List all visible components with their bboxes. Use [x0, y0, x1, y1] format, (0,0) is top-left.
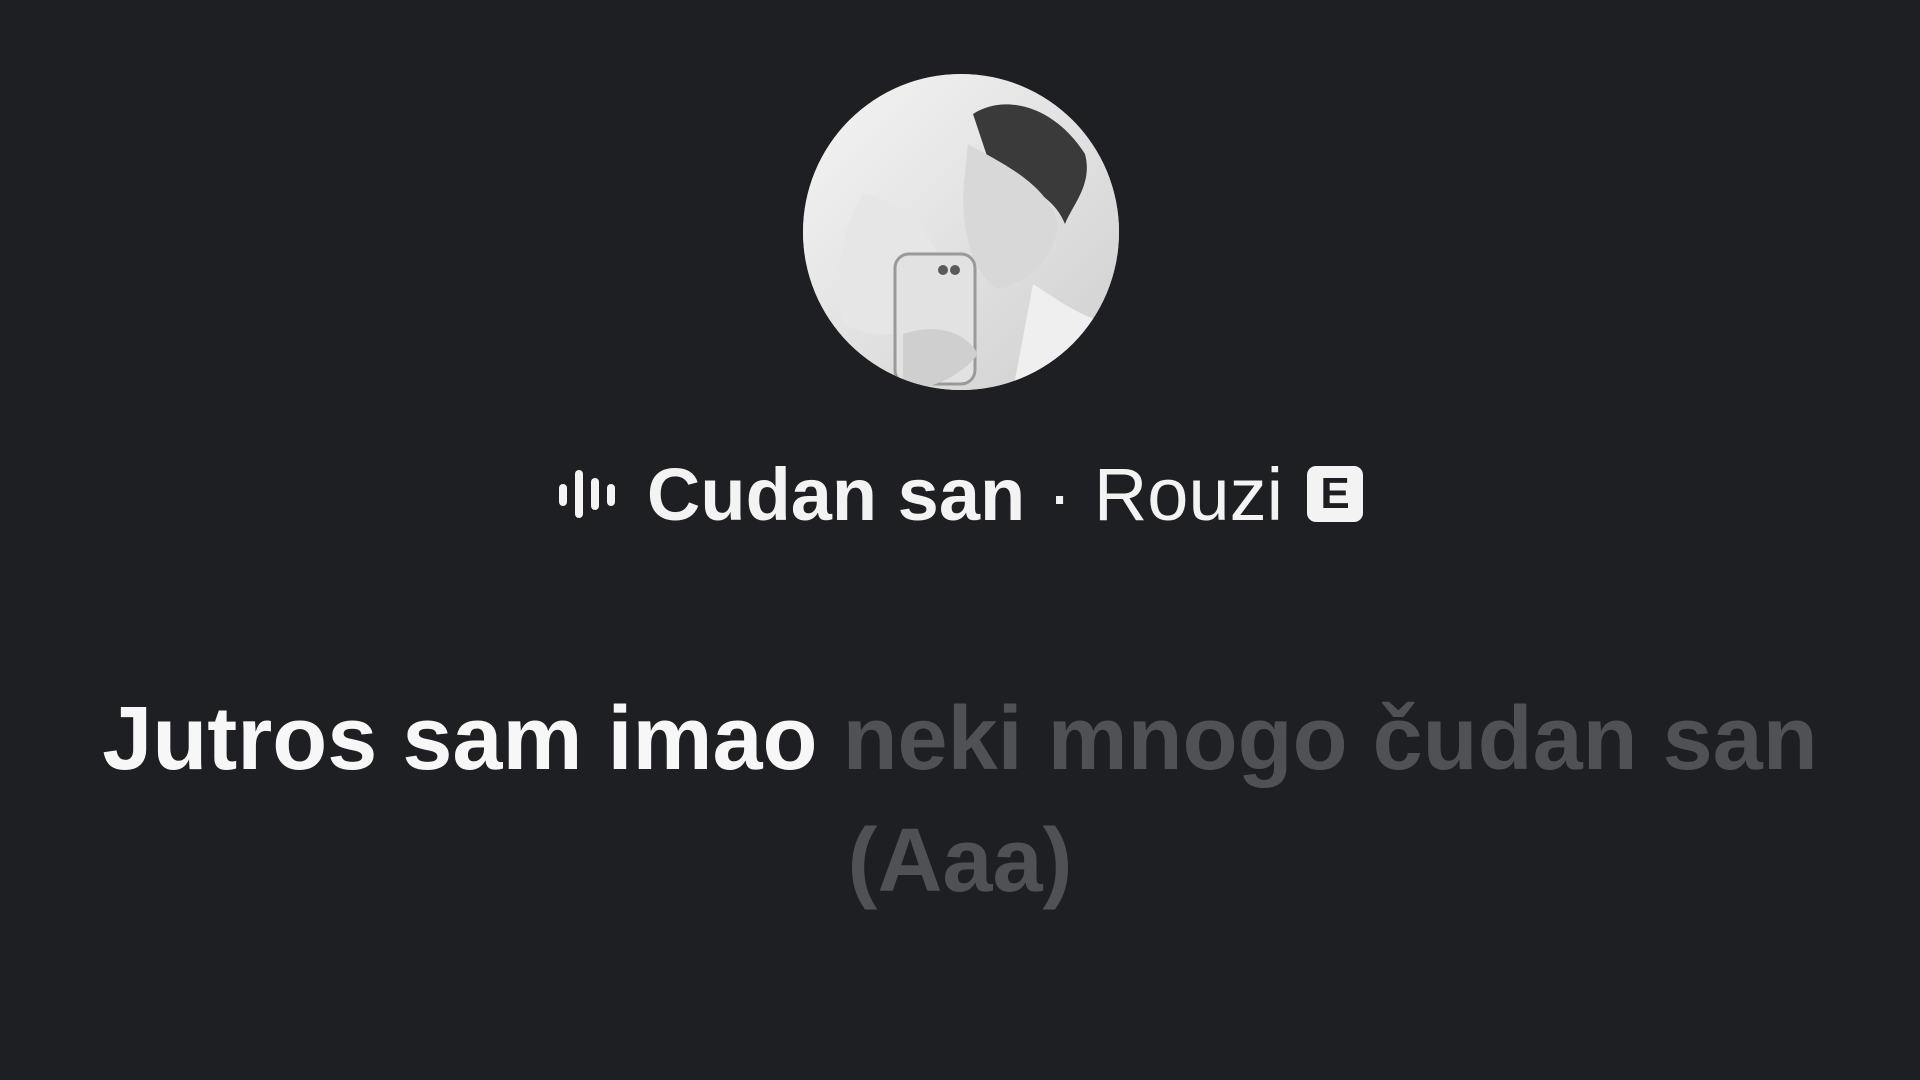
current-lyric-line[interactable]: Jutros sam imao neki mnogo čudan san (Aa… [60, 678, 1860, 922]
lyric-upcoming-text: neki mnogo čudan san (Aaa) [842, 689, 1818, 911]
audio-wave-icon [558, 470, 615, 518]
explicit-badge: E [1307, 466, 1364, 522]
title-artist-separator: · [1047, 452, 1072, 536]
avatar-photo [803, 74, 1119, 390]
artist-name[interactable]: Rouzi [1094, 452, 1283, 537]
lyric-sung-text: Jutros sam imao [102, 689, 818, 789]
lyrics-view: Cudan san · Rouzi E Jutros sam imao neki… [0, 0, 1920, 1080]
song-title[interactable]: Cudan san [647, 452, 1025, 537]
artist-avatar[interactable] [803, 74, 1119, 390]
now-playing-info[interactable]: Cudan san · Rouzi E [0, 452, 1920, 536]
